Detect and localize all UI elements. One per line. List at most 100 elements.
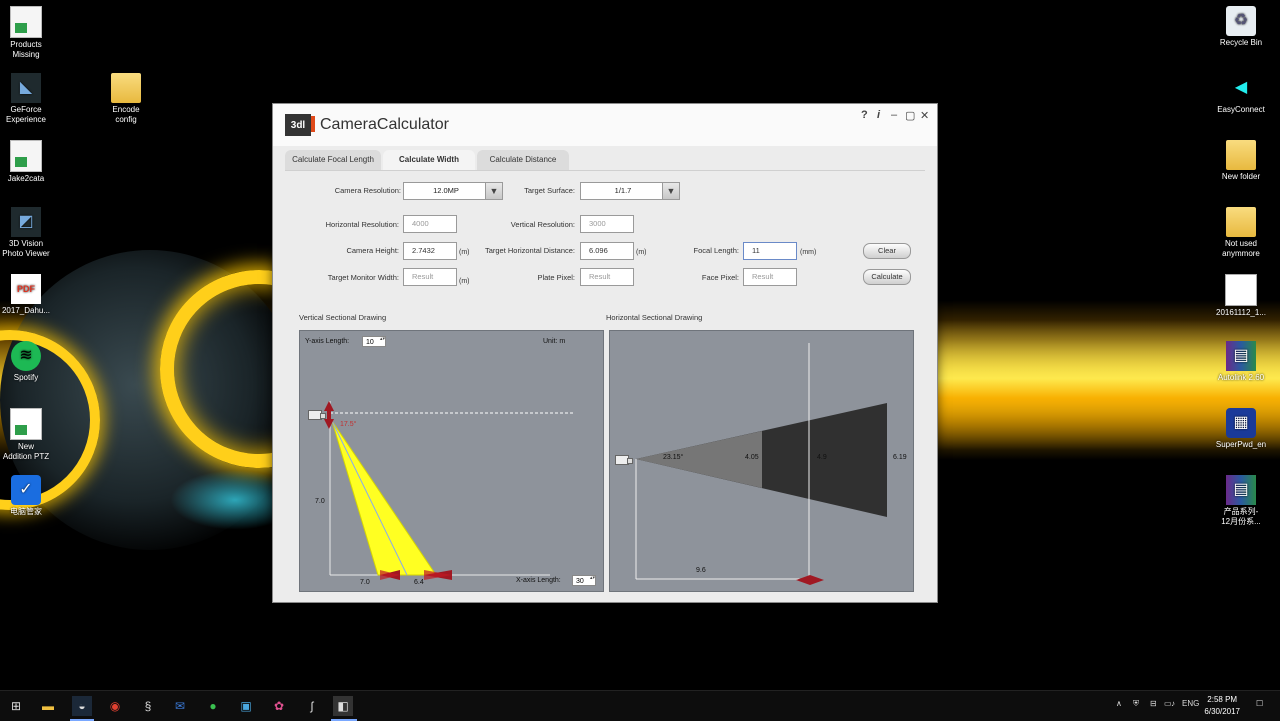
- desktop-icon-label: Not used anymmore: [1222, 239, 1260, 258]
- horizontal-resolution-label: Horizontal Resolution:: [325, 220, 399, 229]
- desktop-icon-spotify[interactable]: ≋ Spotify: [0, 341, 58, 383]
- width-far-label: 6.19: [893, 454, 907, 461]
- desktop-icon-encode-config[interactable]: Encode config: [94, 73, 158, 125]
- info-button[interactable]: i: [877, 109, 880, 121]
- document-icon: [10, 408, 42, 440]
- camera-resolution-value: 12.0MP: [433, 186, 459, 195]
- focal-length-field[interactable]: 11: [743, 242, 797, 260]
- notification-icon[interactable]: ☐: [1256, 699, 1263, 708]
- file-explorer-icon[interactable]: ▬: [38, 696, 58, 716]
- chevron-up-icon[interactable]: ∧: [1116, 699, 1122, 708]
- vertical-resolution-field[interactable]: 3000: [580, 215, 634, 233]
- app-s-icon[interactable]: §: [138, 696, 158, 716]
- y-value-label: 7.0: [315, 498, 325, 505]
- desktop-icon-new-folder[interactable]: New folder: [1209, 140, 1273, 182]
- app-logo: 3dl: [285, 114, 315, 136]
- clock-time: 2:58 PM: [1207, 695, 1238, 704]
- x-axis-length-spinner[interactable]: 30: [572, 575, 596, 586]
- desktop-icon-geforce[interactable]: ◣ GeForce Experience: [0, 73, 58, 125]
- desktop-icon-label: Recycle Bin: [1219, 38, 1263, 47]
- winrar-icon: ▤: [1226, 475, 1256, 505]
- desktop-icon-label: 2017_Dahu...: [1, 306, 51, 315]
- geforce-icon: ◣: [11, 73, 41, 103]
- superpwd-icon: ▦: [1226, 408, 1256, 438]
- tab-divider: [285, 170, 925, 171]
- target-horizontal-distance-label: Target Horizontal Distance:: [484, 246, 575, 255]
- tab-calculate-width[interactable]: Calculate Width: [383, 150, 475, 170]
- desktop-icon-not-used[interactable]: Not used anymmore: [1209, 207, 1273, 259]
- center-ray-line: [331, 420, 408, 576]
- defender-icon[interactable]: ⛨: [1133, 699, 1139, 709]
- desktop-icon-label: 产品系列- 12月份系...: [1221, 507, 1261, 526]
- winrar-icon: ▤: [1226, 341, 1256, 371]
- horizontal-drawing-panel: 23.15° 4.05 4.9 6.19 9.6: [609, 330, 914, 592]
- wechat-icon[interactable]: ●: [203, 696, 223, 716]
- outlook-icon[interactable]: ✉: [170, 696, 190, 716]
- target-surface-select[interactable]: 1/1.7 ▼: [580, 182, 680, 200]
- horizontal-drawing-svg: [635, 343, 887, 585]
- close-button[interactable]: ✕: [920, 109, 929, 122]
- chrome-icon[interactable]: ◉: [105, 696, 125, 716]
- app-logo-tag: [311, 116, 315, 132]
- settings-s-icon[interactable]: ʃ: [302, 696, 322, 716]
- help-button[interactable]: ?: [861, 109, 868, 121]
- tab-calculate-distance[interactable]: Calculate Distance: [477, 150, 569, 170]
- easyconnect-icon: ◀: [1234, 79, 1248, 96]
- steam-icon[interactable]: ◒: [72, 696, 92, 716]
- desktop-icon-3d-vision[interactable]: ◩ 3D Vision Photo Viewer: [0, 207, 58, 259]
- 3d-vision-icon: ◩: [11, 207, 41, 237]
- desktop-icon-recycle-bin[interactable]: ♻ Recycle Bin: [1209, 6, 1273, 48]
- camera-calculator-icon[interactable]: ◧: [333, 696, 353, 716]
- vertical-drawing-panel: Y-axis Length: 10 Unit: m 17.5° 7.0 7.0 …: [299, 330, 604, 592]
- target-horizontal-distance-field[interactable]: 6.096: [580, 242, 634, 260]
- horizontal-resolution-field[interactable]: 4000: [403, 215, 457, 233]
- remote-icon[interactable]: ▣: [236, 696, 256, 716]
- camera-height-label: Camera Height:: [346, 246, 399, 255]
- minimize-button[interactable]: –: [891, 109, 897, 121]
- plate-pixel-field[interactable]: Result: [580, 268, 634, 286]
- target-surface-value: 1/1.7: [614, 186, 632, 195]
- distance-arrow-left: [796, 575, 810, 585]
- desktop-icon-pdf[interactable]: PDF 2017_Dahu...: [0, 274, 58, 316]
- tab-calculate-focal-length[interactable]: Calculate Focal Length: [285, 150, 381, 170]
- vertical-resolution-label: Vertical Resolution:: [510, 220, 575, 229]
- volume-icon[interactable]: ♪: [1171, 699, 1175, 708]
- language-indicator[interactable]: ENG: [1182, 699, 1199, 708]
- desktop-icon-jake2cata[interactable]: Jake2cata: [0, 140, 58, 184]
- folder-icon: [111, 73, 141, 103]
- target-monitor-width-field[interactable]: Result: [403, 268, 457, 286]
- desktop-icon-label: Spotify: [13, 373, 39, 382]
- chevron-down-icon[interactable]: ▼: [662, 183, 679, 199]
- width-mid-label: 4.9: [817, 454, 827, 461]
- desktop-icon-products-missing[interactable]: Products Missing: [0, 6, 58, 60]
- face-pixel-field[interactable]: Result: [743, 268, 797, 286]
- clear-button[interactable]: Clear: [863, 243, 911, 259]
- clock[interactable]: 2:58 PM 6/30/2017: [1204, 694, 1240, 718]
- camera-calculator-window: 3dl CameraCalculator ? i – ▢ ✕ Calculate…: [272, 103, 938, 603]
- height-arrow-up: [324, 401, 334, 411]
- shield-app-icon: ✓: [11, 475, 41, 505]
- camera-height-field[interactable]: 2.7432: [403, 242, 457, 260]
- pinwheel-icon[interactable]: ✿: [269, 696, 289, 716]
- desktop-icon-new-addition[interactable]: New Addition PTZ: [0, 408, 58, 462]
- vertical-drawing-svg: [324, 401, 575, 580]
- network-icon[interactable]: ⊟: [1150, 699, 1157, 708]
- desktop-icon-file-20161112[interactable]: 20161112_1...: [1209, 274, 1273, 318]
- windows-start-icon[interactable]: ⊞: [6, 696, 26, 716]
- desktop-icon-superpwd[interactable]: ▦ SuperPwd_en: [1209, 408, 1273, 450]
- maximize-button[interactable]: ▢: [905, 109, 915, 122]
- folder-icon: [1226, 207, 1256, 237]
- desktop-icon-pc-manager[interactable]: ✓ 电脑管家: [0, 475, 58, 517]
- target-surface-label: Target Surface:: [524, 186, 575, 195]
- window-titlebar[interactable]: 3dl CameraCalculator ? i – ▢ ✕: [273, 104, 937, 146]
- camera-resolution-label: Camera Resolution:: [334, 186, 401, 195]
- calculate-button[interactable]: Calculate: [863, 269, 911, 285]
- desktop-icon-easyconnect[interactable]: ◀ EasyConnect: [1209, 73, 1273, 115]
- desktop-icon-autolink[interactable]: ▤ Autolink 2.60: [1209, 341, 1273, 383]
- tilt-angle-label: 17.5°: [340, 421, 357, 428]
- desktop-icon-label: 20161112_1...: [1216, 308, 1266, 317]
- target-horizontal-distance-unit: (m): [636, 249, 647, 256]
- x-axis-length-label: X-axis Length:: [516, 577, 561, 584]
- fov-angle-label: 23.15°: [663, 454, 684, 461]
- desktop-icon-product-series[interactable]: ▤ 产品系列- 12月份系...: [1209, 475, 1273, 527]
